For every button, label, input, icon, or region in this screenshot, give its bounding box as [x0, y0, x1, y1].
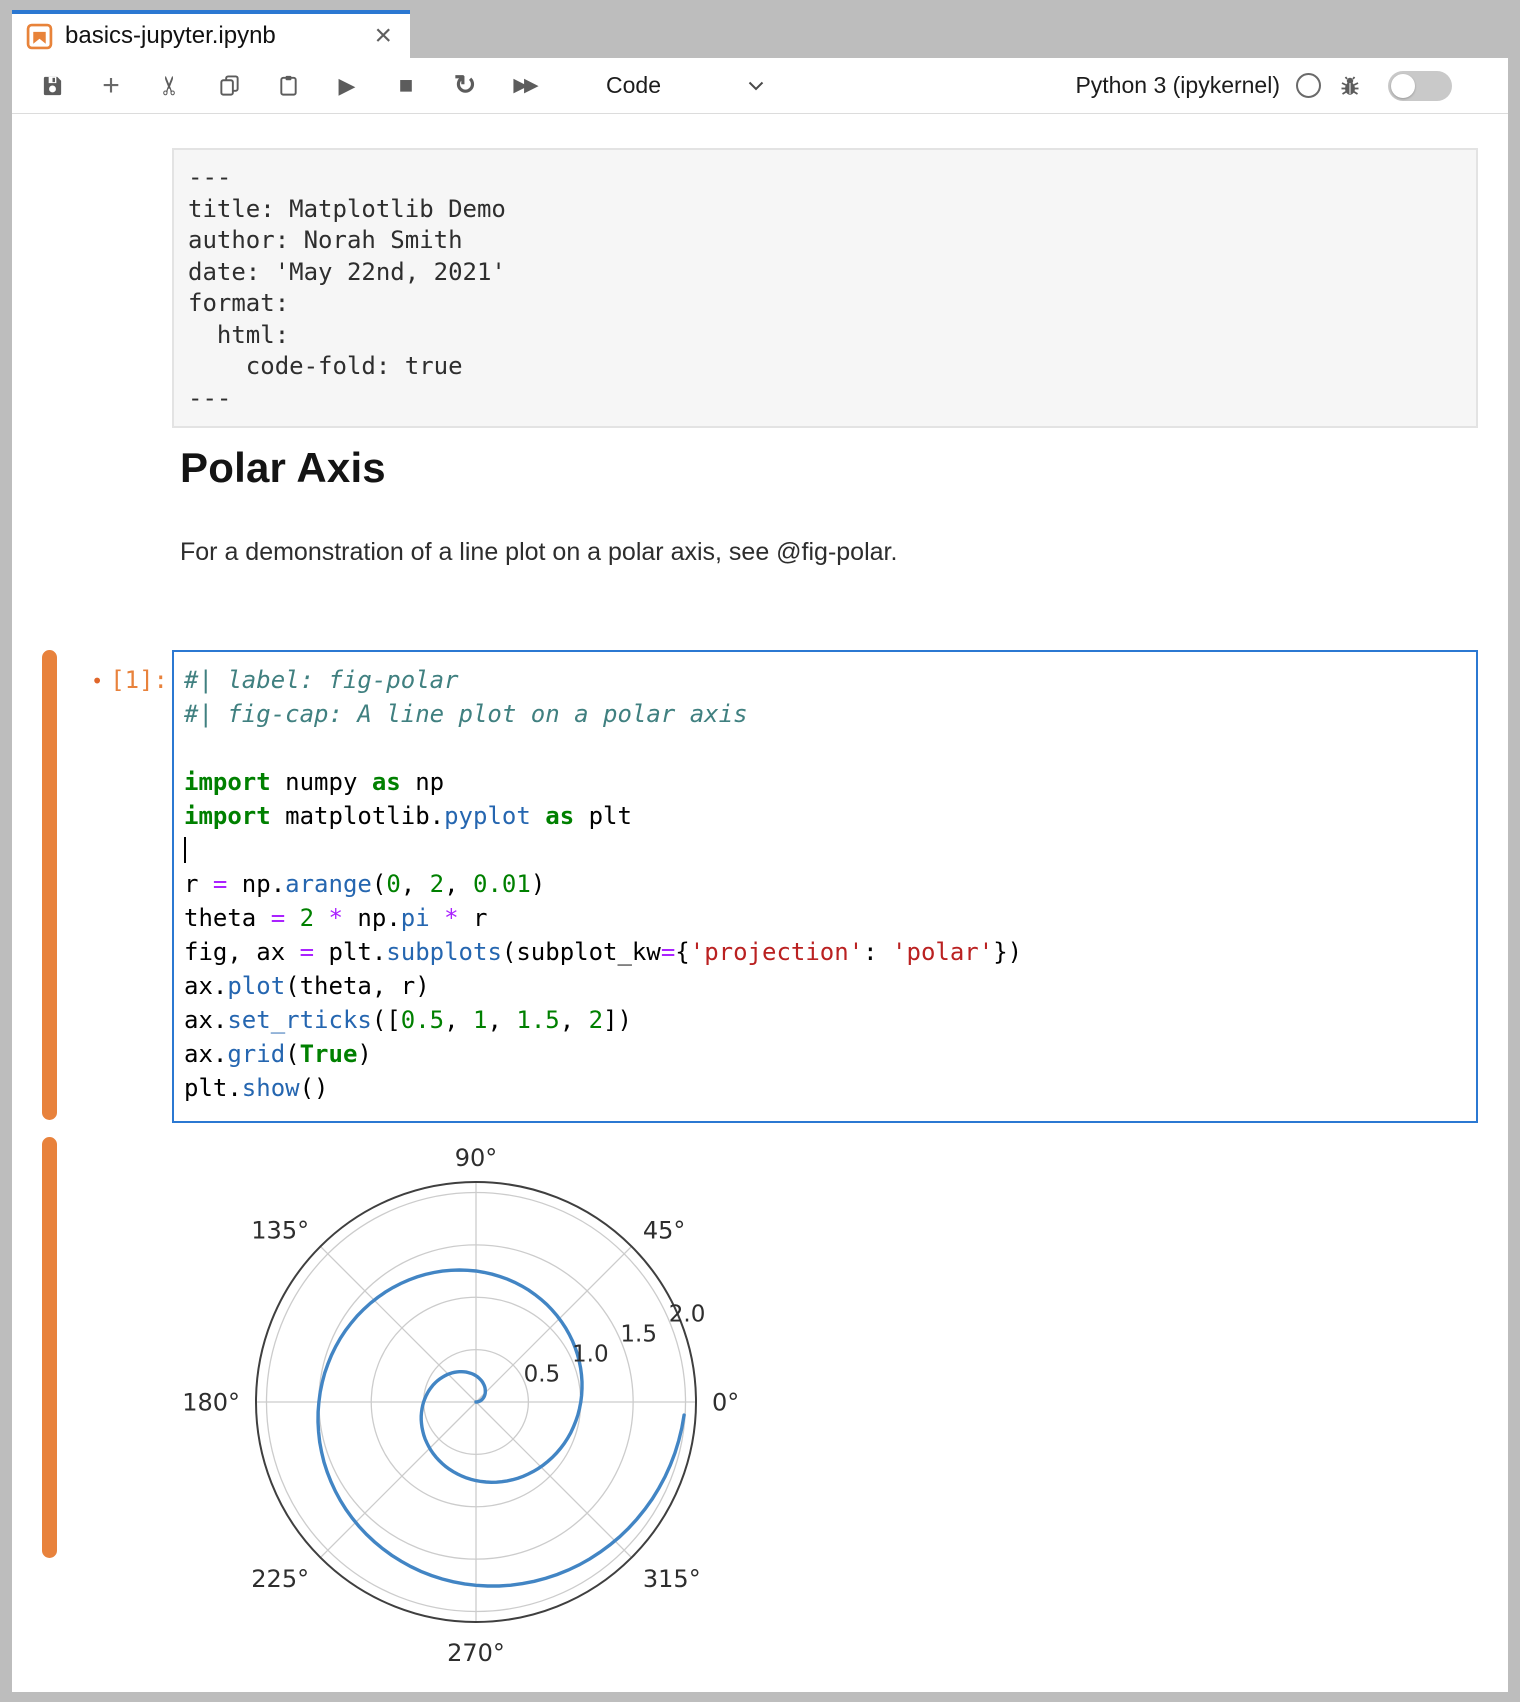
kernel-name[interactable]: Python 3 (ipykernel) — [1075, 72, 1280, 99]
svg-text:0°: 0° — [712, 1388, 739, 1416]
cell-type-dropdown[interactable]: Code — [606, 72, 764, 99]
save-icon — [41, 74, 64, 97]
tab-basics-jupyter[interactable]: basics-jupyter.ipynb × — [12, 10, 410, 58]
simple-mode-toggle[interactable] — [1388, 71, 1452, 101]
svg-text:1.5: 1.5 — [620, 1322, 657, 1348]
svg-text:45°: 45° — [643, 1217, 686, 1245]
modified-dot-icon: • — [91, 669, 103, 693]
notebook-icon — [26, 23, 53, 50]
copy-icon — [218, 74, 241, 97]
paste-cells-button[interactable] — [275, 71, 301, 101]
toolbar-right-group: Python 3 (ipykernel) — [1075, 71, 1452, 101]
tab-bar: basics-jupyter.ipynb × — [12, 10, 1508, 58]
restart-kernel-button[interactable]: ↻ — [452, 71, 478, 101]
fast-forward-icon: ▶▶ — [513, 74, 534, 97]
chevron-down-icon — [748, 81, 764, 91]
cut-cells-button[interactable]: ✂ — [157, 71, 183, 101]
plus-icon: + — [102, 69, 120, 103]
svg-text:225°: 225° — [251, 1565, 309, 1593]
run-icon: ▶ — [339, 73, 356, 99]
insert-cell-button[interactable]: + — [98, 71, 124, 101]
svg-text:90°: 90° — [455, 1144, 498, 1172]
debugger-button[interactable] — [1338, 74, 1362, 98]
run-cell-button[interactable]: ▶ — [334, 71, 360, 101]
polar-plot-figure: 0° 45° 90° 135° 180° 225° 270° 315° 0.5 1.0 1.5 2.0 — [174, 1132, 854, 1692]
restart-run-all-button[interactable]: ▶▶ — [511, 71, 537, 101]
svg-text:315°: 315° — [643, 1565, 701, 1593]
tab-title: basics-jupyter.ipynb — [65, 22, 374, 50]
interrupt-kernel-button[interactable]: ■ — [393, 71, 419, 101]
cell-type-value: Code — [606, 72, 661, 99]
svg-text:135°: 135° — [251, 1217, 309, 1245]
output-collapser[interactable] — [42, 1137, 57, 1558]
notebook-toolbar: + ✂ ▶ ■ ↻ ▶▶ Code Python 3 (ipykernel) — [12, 58, 1508, 114]
bug-icon — [1338, 74, 1362, 98]
copy-cells-button[interactable] — [216, 71, 242, 101]
clipboard-icon — [277, 74, 300, 97]
markdown-paragraph: For a demonstration of a line plot on a … — [180, 538, 897, 567]
restart-icon: ↻ — [454, 70, 477, 101]
svg-text:2.0: 2.0 — [669, 1301, 706, 1327]
kernel-status-indicator — [1296, 73, 1321, 98]
svg-text:1.0: 1.0 — [572, 1342, 609, 1368]
markdown-heading: Polar Axis — [180, 444, 386, 492]
raw-yaml-cell[interactable]: ---title: Matplotlib Demoauthor: Norah S… — [172, 148, 1478, 428]
stop-icon: ■ — [399, 72, 414, 100]
notebook-content: ---title: Matplotlib Demoauthor: Norah S… — [12, 114, 1508, 1692]
execution-count: [1]: — [110, 666, 168, 694]
svg-text:270°: 270° — [447, 1639, 505, 1667]
toggle-knob — [1391, 74, 1415, 98]
execution-prompt: • [1]: — [52, 663, 168, 698]
svg-text:0.5: 0.5 — [524, 1362, 561, 1388]
code-cell-editor[interactable]: #| label: fig-polar#| fig-cap: A line pl… — [172, 650, 1478, 1123]
save-button[interactable] — [39, 71, 65, 101]
svg-text:180°: 180° — [182, 1388, 240, 1416]
scissors-icon: ✂ — [154, 75, 185, 97]
code-cell-collapser[interactable] — [42, 650, 57, 1120]
close-icon[interactable]: × — [374, 21, 392, 51]
